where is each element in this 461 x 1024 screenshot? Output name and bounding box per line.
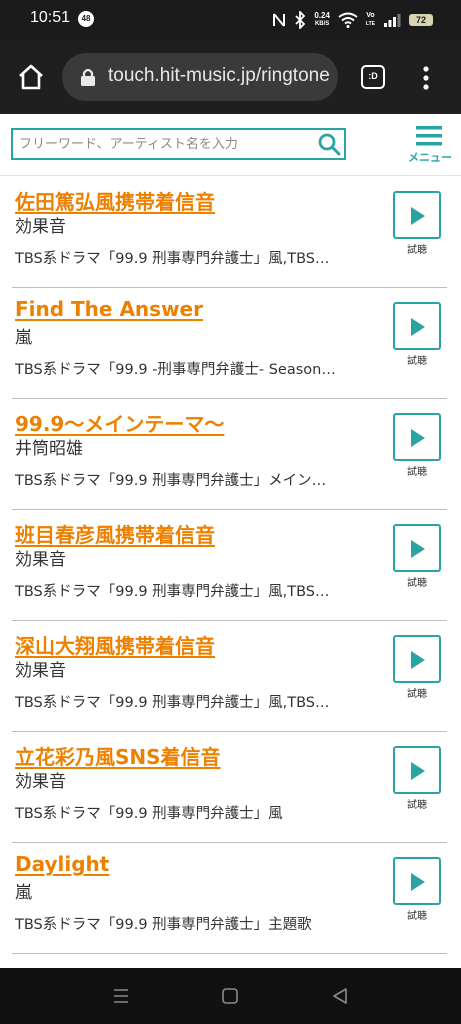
- list-item: Find The Answer 嵐 TBS系ドラマ「99.9 -刑事専門弁護士-…: [12, 288, 447, 399]
- preview-label: 試聴: [407, 467, 427, 478]
- song-title-link[interactable]: Daylight: [15, 852, 109, 876]
- song-title-link[interactable]: 佐田篤弘風携帯着信音: [15, 186, 215, 215]
- song-title-link[interactable]: 深山大翔風携帯着信音: [15, 630, 215, 659]
- play-icon: [411, 207, 425, 225]
- volte-bottom: LTE: [365, 21, 375, 27]
- song-title-link[interactable]: 立花彩乃風SNS着信音: [15, 741, 221, 770]
- status-time: 10:51: [30, 9, 71, 26]
- bluetooth-icon: [295, 11, 306, 29]
- volte-top: Vo: [366, 12, 375, 19]
- home-icon[interactable]: [16, 62, 46, 92]
- battery-indicator: 72: [409, 14, 433, 26]
- song-description: TBS系ドラマ「99.9 刑事専門弁護士」風,TBS…: [15, 251, 330, 267]
- wifi-icon: [338, 12, 358, 28]
- more-options-icon[interactable]: [416, 64, 436, 92]
- play-icon: [411, 540, 425, 558]
- signal-icon: [384, 14, 401, 27]
- song-description: TBS系ドラマ「99.9 刑事専門弁護士」メイン…: [15, 473, 327, 489]
- song-artist: 効果音: [15, 661, 66, 681]
- song-title-link[interactable]: 班目春彦風携帯着信音: [15, 519, 215, 548]
- song-artist: 効果音: [15, 550, 66, 570]
- list-item: 99.9〜メインテーマ〜 井筒昭雄 TBS系ドラマ「99.9 刑事専門弁護士」メ…: [12, 399, 447, 510]
- preview-play-button[interactable]: [393, 635, 441, 683]
- volte-indicator: Vo LTE: [366, 12, 375, 28]
- play-icon: [411, 651, 425, 669]
- song-description: TBS系ドラマ「99.9 刑事専門弁護士」風: [15, 806, 283, 822]
- hamburger-icon: [416, 126, 442, 146]
- preview-play-button[interactable]: [393, 746, 441, 794]
- play-icon: [411, 318, 425, 336]
- preview-play-button[interactable]: [393, 302, 441, 350]
- preview-label: 試聴: [407, 245, 427, 256]
- menu-label: メニュー: [408, 151, 452, 164]
- preview-play-button[interactable]: [393, 524, 441, 572]
- address-bar[interactable]: touch.hit-music.jp/ringtone: [62, 53, 338, 101]
- song-description: TBS系ドラマ「99.9 刑事専門弁護士」風,TBS…: [15, 695, 330, 711]
- list-item: 班目春彦風携帯着信音 効果音 TBS系ドラマ「99.9 刑事専門弁護士」風,TB…: [12, 510, 447, 621]
- preview-play-button[interactable]: [393, 191, 441, 239]
- back-icon[interactable]: [328, 984, 352, 1008]
- song-list: 佐田篤弘風携帯着信音 効果音 TBS系ドラマ「99.9 刑事専門弁護士」風,TB…: [0, 177, 461, 954]
- network-speed: 0.24 KB/S: [314, 11, 330, 29]
- system-navigation-bar: [0, 968, 461, 1024]
- play-icon: [411, 429, 425, 447]
- list-item: 立花彩乃風SNS着信音 効果音 TBS系ドラマ「99.9 刑事専門弁護士」風 試…: [12, 732, 447, 843]
- list-item: 深山大翔風携帯着信音 効果音 TBS系ドラマ「99.9 刑事専門弁護士」風,TB…: [12, 621, 447, 732]
- status-bar: 10:51 48 0.24 KB/S Vo LTE 72: [0, 0, 461, 40]
- home-nav-icon[interactable]: [218, 984, 242, 1008]
- list-item: Daylight 嵐 TBS系ドラマ「99.9 刑事専門弁護士」主題歌 試聴: [12, 843, 447, 954]
- search-icon[interactable]: [316, 132, 342, 156]
- tab-switcher-button[interactable]: :D: [361, 65, 385, 89]
- song-artist: 効果音: [15, 217, 66, 237]
- song-artist: 効果音: [15, 772, 66, 792]
- notification-count-badge: 48: [78, 11, 94, 27]
- nfc-icon: [273, 13, 286, 27]
- preview-play-button[interactable]: [393, 413, 441, 461]
- list-item: 佐田篤弘風携帯着信音 効果音 TBS系ドラマ「99.9 刑事専門弁護士」風,TB…: [12, 177, 447, 288]
- url-text: touch.hit-music.jp/ringtone: [108, 65, 330, 86]
- song-artist: 井筒昭雄: [15, 439, 83, 459]
- network-speed-value: 0.24: [314, 11, 330, 20]
- song-artist: 嵐: [15, 883, 32, 903]
- preview-label: 試聴: [407, 911, 427, 922]
- search-box: [11, 128, 346, 160]
- preview-label: 試聴: [407, 689, 427, 700]
- recent-apps-icon[interactable]: [109, 984, 133, 1008]
- song-description: TBS系ドラマ「99.9 -刑事専門弁護士- Season…: [15, 362, 336, 378]
- song-description: TBS系ドラマ「99.9 刑事専門弁護士」風,TBS…: [15, 584, 330, 600]
- song-artist: 嵐: [15, 328, 32, 348]
- play-icon: [411, 762, 425, 780]
- lock-icon: [81, 68, 95, 86]
- preview-label: 試聴: [407, 356, 427, 367]
- browser-toolbar: touch.hit-music.jp/ringtone :D: [0, 40, 461, 114]
- song-title-link[interactable]: Find The Answer: [15, 297, 203, 321]
- site-header: メニュー: [0, 114, 461, 176]
- status-icons: 0.24 KB/S Vo LTE 72: [272, 9, 433, 31]
- play-icon: [411, 873, 425, 891]
- network-speed-unit: KB/S: [314, 21, 330, 27]
- song-description: TBS系ドラマ「99.9 刑事専門弁護士」主題歌: [15, 917, 312, 933]
- preview-label: 試聴: [407, 800, 427, 811]
- search-input[interactable]: [13, 130, 308, 158]
- song-title-link[interactable]: 99.9〜メインテーマ〜: [15, 408, 224, 437]
- preview-label: 試聴: [407, 578, 427, 589]
- preview-play-button[interactable]: [393, 857, 441, 905]
- menu-button[interactable]: メニュー: [406, 126, 454, 166]
